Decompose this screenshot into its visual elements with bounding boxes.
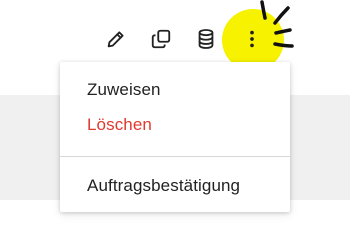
database-icon (198, 29, 214, 49)
menu-item-delete[interactable]: Löschen (60, 112, 290, 138)
context-menu: Zuweisen Löschen Auftragsbestätigung (60, 62, 290, 212)
more-options-button[interactable] (237, 24, 267, 54)
menu-item-assign[interactable]: Zuweisen (60, 77, 290, 103)
database-button[interactable] (191, 24, 221, 54)
menu-divider (60, 156, 290, 157)
menu-item-order-confirmation[interactable]: Auftragsbestätigung (60, 173, 290, 199)
edit-button[interactable] (101, 24, 131, 54)
pencil-icon (107, 31, 124, 48)
copy-button[interactable] (146, 24, 176, 54)
more-vertical-icon (250, 30, 254, 48)
copy-icon (151, 29, 171, 49)
